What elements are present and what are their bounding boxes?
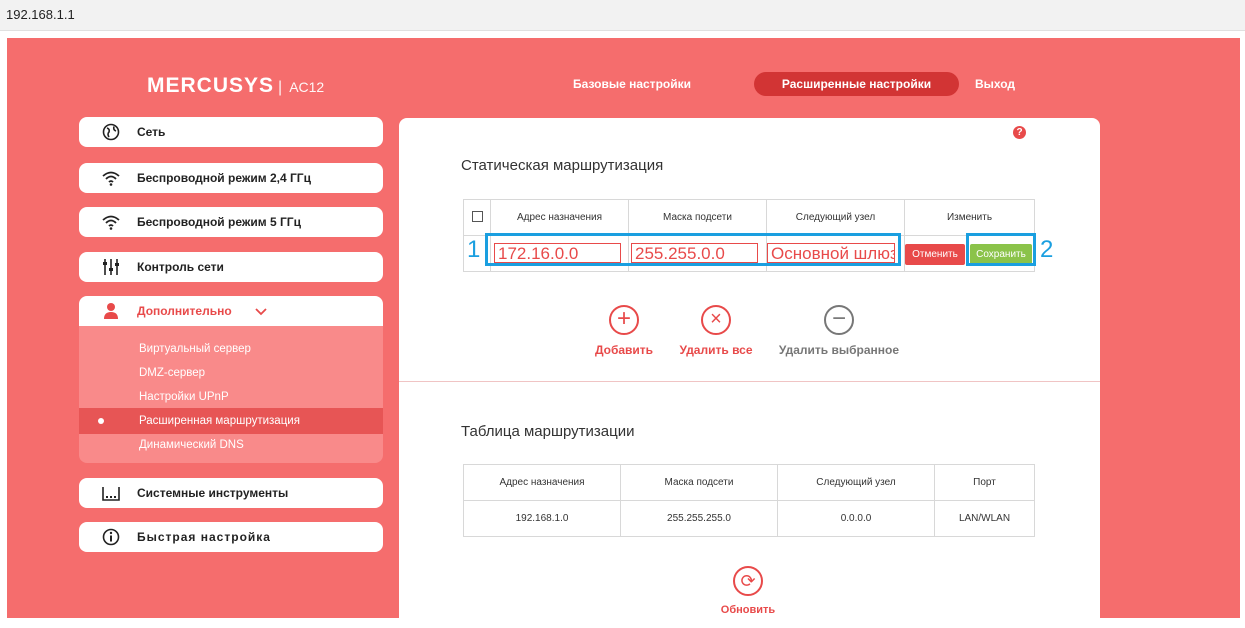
- section-divider: [399, 381, 1100, 382]
- submenu-advanced-routing[interactable]: Расширенная маршрутизация: [139, 415, 300, 427]
- cell-destination: 192.168.1.0: [463, 500, 621, 537]
- col-port: Порт: [934, 464, 1035, 501]
- sidebar-item-wireless-5[interactable]: Беспроводной режим 5 ГГц: [79, 207, 383, 237]
- sidebar-item-network[interactable]: Сеть: [79, 117, 383, 147]
- annotation-number-2: 2: [1040, 236, 1054, 263]
- nav-basic-settings[interactable]: Базовые настройки: [559, 72, 705, 96]
- annotation-number-1: 1: [467, 236, 481, 263]
- browser-address-bar[interactable]: 192.168.1.1: [0, 0, 1245, 31]
- refresh-label: Обновить: [720, 604, 776, 616]
- delete-selected-label: Удалить выбранное: [778, 343, 900, 357]
- spacer: [0, 31, 1245, 38]
- cell-gateway: 0.0.0.0: [777, 500, 935, 537]
- wifi-icon: [101, 169, 121, 187]
- delete-all-label: Удалить все: [679, 343, 753, 357]
- wifi-icon: [101, 213, 121, 231]
- sliders-icon: [101, 258, 121, 276]
- select-all-cell: [463, 199, 491, 236]
- info-icon: [101, 528, 121, 546]
- static-routing-title: Статическая маршрутизация: [461, 157, 664, 174]
- table-row: 192.168.1.0 255.255.255.0 0.0.0.0 LAN/WL…: [463, 500, 1035, 537]
- sidebar-item-advanced[interactable]: Дополнительно: [79, 296, 383, 326]
- cell-mask: 255.255.255.0: [620, 500, 778, 537]
- model-name: AC12: [289, 79, 325, 95]
- nav-logout[interactable]: Выход: [965, 72, 1025, 96]
- submenu-virtual-server[interactable]: Виртуальный сервер: [139, 343, 251, 355]
- col-mask: Маска подсети: [628, 199, 767, 236]
- nav-advanced-settings[interactable]: Расширенные настройки: [754, 72, 959, 96]
- routing-table-title: Таблица маршрутизации: [461, 423, 635, 440]
- submenu-ddns[interactable]: Динамический DNS: [139, 439, 244, 451]
- sidebar-item-label: Быстрая настройка: [137, 530, 271, 544]
- chevron-down-icon: [255, 304, 267, 322]
- plus-icon: +: [609, 305, 639, 335]
- annotation-box-1: [485, 233, 901, 266]
- address-text: 192.168.1.1: [6, 7, 75, 22]
- active-bullet: [98, 418, 104, 424]
- col-gateway: Следующий узел: [777, 464, 935, 501]
- cancel-button[interactable]: Отменить: [905, 244, 965, 265]
- sidebar-item-network-control[interactable]: Контроль сети: [79, 252, 383, 282]
- submenu-dmz[interactable]: DMZ-сервер: [139, 367, 205, 379]
- logo-text: MERCUSYS: [147, 74, 275, 97]
- annotation-box-2: [966, 233, 1036, 266]
- select-all-checkbox[interactable]: [471, 210, 483, 222]
- col-edit: Изменить: [904, 199, 1035, 236]
- col-destination: Адрес назначения: [463, 464, 621, 501]
- logo-separator: |: [278, 79, 284, 96]
- routing-table: Адрес назначения Маска подсети Следующий…: [463, 464, 1035, 537]
- sidebar-item-quick-setup[interactable]: Быстрая настройка: [79, 522, 383, 552]
- sidebar-item-label: Сеть: [137, 125, 166, 139]
- sidebar-item-label: Беспроводной режим 5 ГГц: [137, 215, 301, 229]
- cell-port: LAN/WLAN: [934, 500, 1035, 537]
- tools-icon: [101, 484, 121, 502]
- minus-icon: −: [824, 305, 854, 335]
- col-gateway: Следующий узел: [766, 199, 905, 236]
- col-mask: Маска подсети: [620, 464, 778, 501]
- brand-logo: MERCUSYS | AC12: [147, 74, 324, 98]
- sidebar-item-label: Контроль сети: [137, 260, 224, 274]
- sidebar-item-system-tools[interactable]: Системные инструменты: [79, 478, 383, 508]
- sidebar-item-wireless-24[interactable]: Беспроводной режим 2,4 ГГц: [79, 163, 383, 193]
- col-destination: Адрес назначения: [490, 199, 629, 236]
- globe-icon: [101, 123, 121, 141]
- main-content-card: [399, 118, 1100, 628]
- user-icon: [101, 302, 121, 320]
- refresh-icon: ⟳: [733, 566, 763, 596]
- close-icon: ×: [701, 305, 731, 335]
- add-label: Добавить: [594, 343, 654, 357]
- sidebar-item-label: Дополнительно: [137, 304, 232, 318]
- sidebar-item-label: Системные инструменты: [137, 486, 289, 500]
- help-icon[interactable]: ?: [1013, 126, 1026, 139]
- submenu-upnp[interactable]: Настройки UPnP: [139, 391, 229, 403]
- sidebar-item-label: Беспроводной режим 2,4 ГГц: [137, 171, 311, 185]
